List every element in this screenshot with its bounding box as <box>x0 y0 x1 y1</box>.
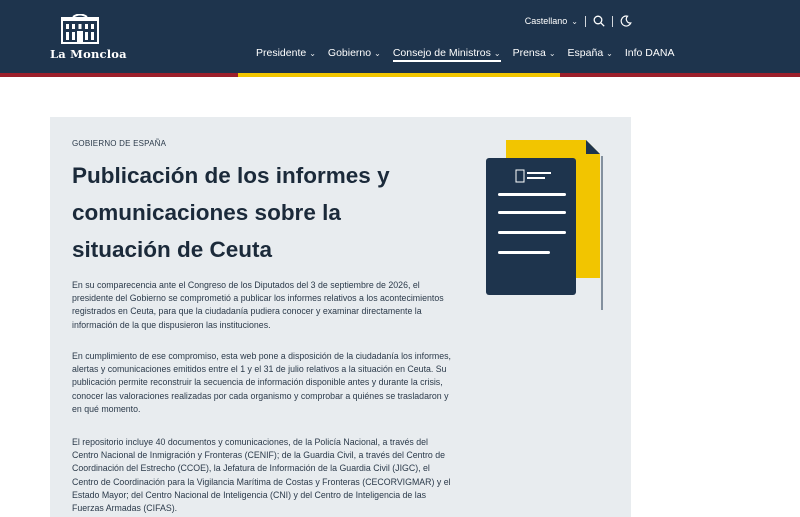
la-moncloa-logo[interactable]: La Moncloa <box>50 14 127 62</box>
site-header: La Moncloa Castellano ⌄ Presidente ⌄ Gobi… <box>0 0 800 73</box>
logo-text: La Moncloa <box>50 47 127 61</box>
dark-mode-icon[interactable] <box>620 15 632 27</box>
divider <box>612 15 613 27</box>
nav-label: España <box>567 47 604 59</box>
nav-label: Prensa <box>512 47 546 59</box>
search-icon[interactable] <box>593 15 605 27</box>
main-nav: Presidente ⌄ Gobierno ⌄ Consejo de Ministr… <box>256 47 686 62</box>
page-title: Publicación de los informes y comunicaci… <box>72 163 390 262</box>
chevron-down-icon: ⌄ <box>493 48 501 58</box>
compliance-paragraph: En cumplimiento de ese compromiso, esta … <box>72 351 451 414</box>
language-label: Castellano <box>524 16 568 26</box>
chevron-down-icon: ⌄ <box>606 48 613 58</box>
moncloa-building-icon <box>61 14 99 44</box>
nav-espana[interactable]: España ⌄ <box>568 47 613 62</box>
nav-label: Info DANA <box>624 47 675 59</box>
nav-gobierno[interactable]: Gobierno ⌄ <box>328 47 381 62</box>
utility-bar: Castellano ⌄ <box>525 15 632 27</box>
document-icon <box>486 140 603 310</box>
repository-paragraph: El repositorio incluye 40 documentos y c… <box>72 437 451 514</box>
nav-consejo-de-ministros[interactable]: Consejo de Ministros ⌄ <box>392 47 501 62</box>
chevron-down-icon: ⌄ <box>374 48 381 58</box>
nav-label: Gobierno <box>327 47 372 59</box>
nav-label: Presidente <box>256 47 307 59</box>
kicker-label: GOBIERNO DE ESPAÑA <box>72 139 167 148</box>
nav-presidente[interactable]: Presidente ⌄ <box>256 47 316 62</box>
divider <box>585 15 586 27</box>
header-stripe-gold <box>238 73 560 77</box>
language-selector[interactable]: Castellano ⌄ <box>525 16 578 26</box>
chevron-down-icon: ⌄ <box>571 16 578 26</box>
nav-info-dana[interactable]: Info DANA <box>625 47 675 62</box>
intro-paragraph: En su comparecencia ante el Congreso de … <box>72 280 444 330</box>
nav-prensa[interactable]: Prensa ⌄ <box>513 47 556 62</box>
chevron-down-icon: ⌄ <box>309 48 316 58</box>
chevron-down-icon: ⌄ <box>548 48 556 58</box>
nav-label: Consejo de Ministros <box>392 47 491 59</box>
